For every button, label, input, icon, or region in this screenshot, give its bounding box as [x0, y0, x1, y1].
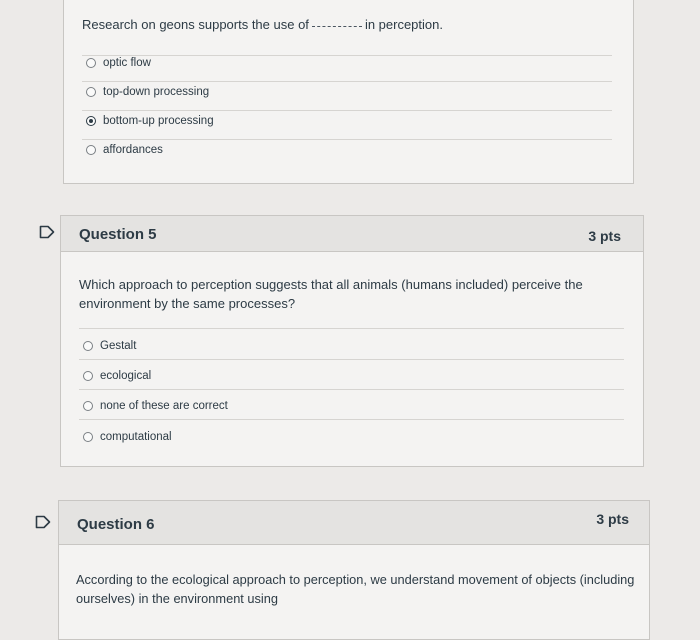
- radio-button[interactable]: [86, 58, 96, 68]
- radio-button[interactable]: [83, 341, 93, 351]
- answer-option[interactable]: ecological: [83, 370, 151, 382]
- question-5-header: Question 5 3 pts: [61, 216, 643, 252]
- answer-option[interactable]: top-down processing: [86, 86, 209, 98]
- answer-label: Gestalt: [100, 340, 137, 352]
- question-5-text: Which approach to perception suggests th…: [79, 277, 583, 311]
- flag-icon[interactable]: [39, 225, 55, 239]
- question-title: Question 5: [79, 226, 157, 243]
- answer-label: affordances: [103, 144, 163, 156]
- radio-button[interactable]: [83, 401, 93, 411]
- question-5-card: Question 5 3 pts Which approach to perce…: [60, 215, 644, 467]
- question-6-card: Question 6 3 pts According to the ecolog…: [58, 500, 650, 640]
- answer-label: none of these are correct: [100, 400, 228, 412]
- radio-button[interactable]: [83, 371, 93, 381]
- question-title: Question 6: [77, 516, 155, 533]
- answer-label: bottom-up processing: [103, 115, 214, 127]
- divider: [82, 110, 612, 111]
- radio-button[interactable]: [86, 145, 96, 155]
- answer-option-selected[interactable]: bottom-up processing: [86, 115, 214, 127]
- divider: [79, 359, 624, 360]
- answer-option[interactable]: computational: [83, 431, 172, 443]
- answer-label: computational: [100, 431, 172, 443]
- answer-option[interactable]: Gestalt: [83, 340, 136, 352]
- divider: [82, 139, 612, 140]
- radio-button[interactable]: [83, 432, 93, 442]
- question-points: 3 pts: [596, 511, 629, 527]
- answer-label: top-down processing: [103, 86, 210, 98]
- answer-option[interactable]: affordances: [86, 144, 163, 156]
- question-4-card: Research on geons supports the use of in …: [63, 0, 634, 184]
- divider: [79, 328, 624, 329]
- question-6-text: According to the ecological approach to …: [76, 572, 635, 606]
- fill-in-blank: [311, 26, 362, 27]
- answer-label: optic flow: [103, 57, 151, 69]
- question-4-stem: Research on geons supports the use of in …: [82, 17, 443, 32]
- question-points: 3 pts: [588, 228, 621, 244]
- divider: [79, 389, 624, 390]
- question-6-header: Question 6 3 pts: [59, 501, 649, 545]
- radio-button[interactable]: [86, 87, 96, 97]
- divider: [79, 419, 624, 420]
- flag-icon[interactable]: [35, 515, 51, 529]
- radio-button-checked[interactable]: [86, 116, 96, 126]
- answer-option[interactable]: optic flow: [86, 57, 151, 69]
- divider: [82, 55, 612, 56]
- answer-option[interactable]: none of these are correct: [83, 400, 228, 412]
- answer-label: ecological: [100, 370, 152, 382]
- divider: [82, 81, 612, 82]
